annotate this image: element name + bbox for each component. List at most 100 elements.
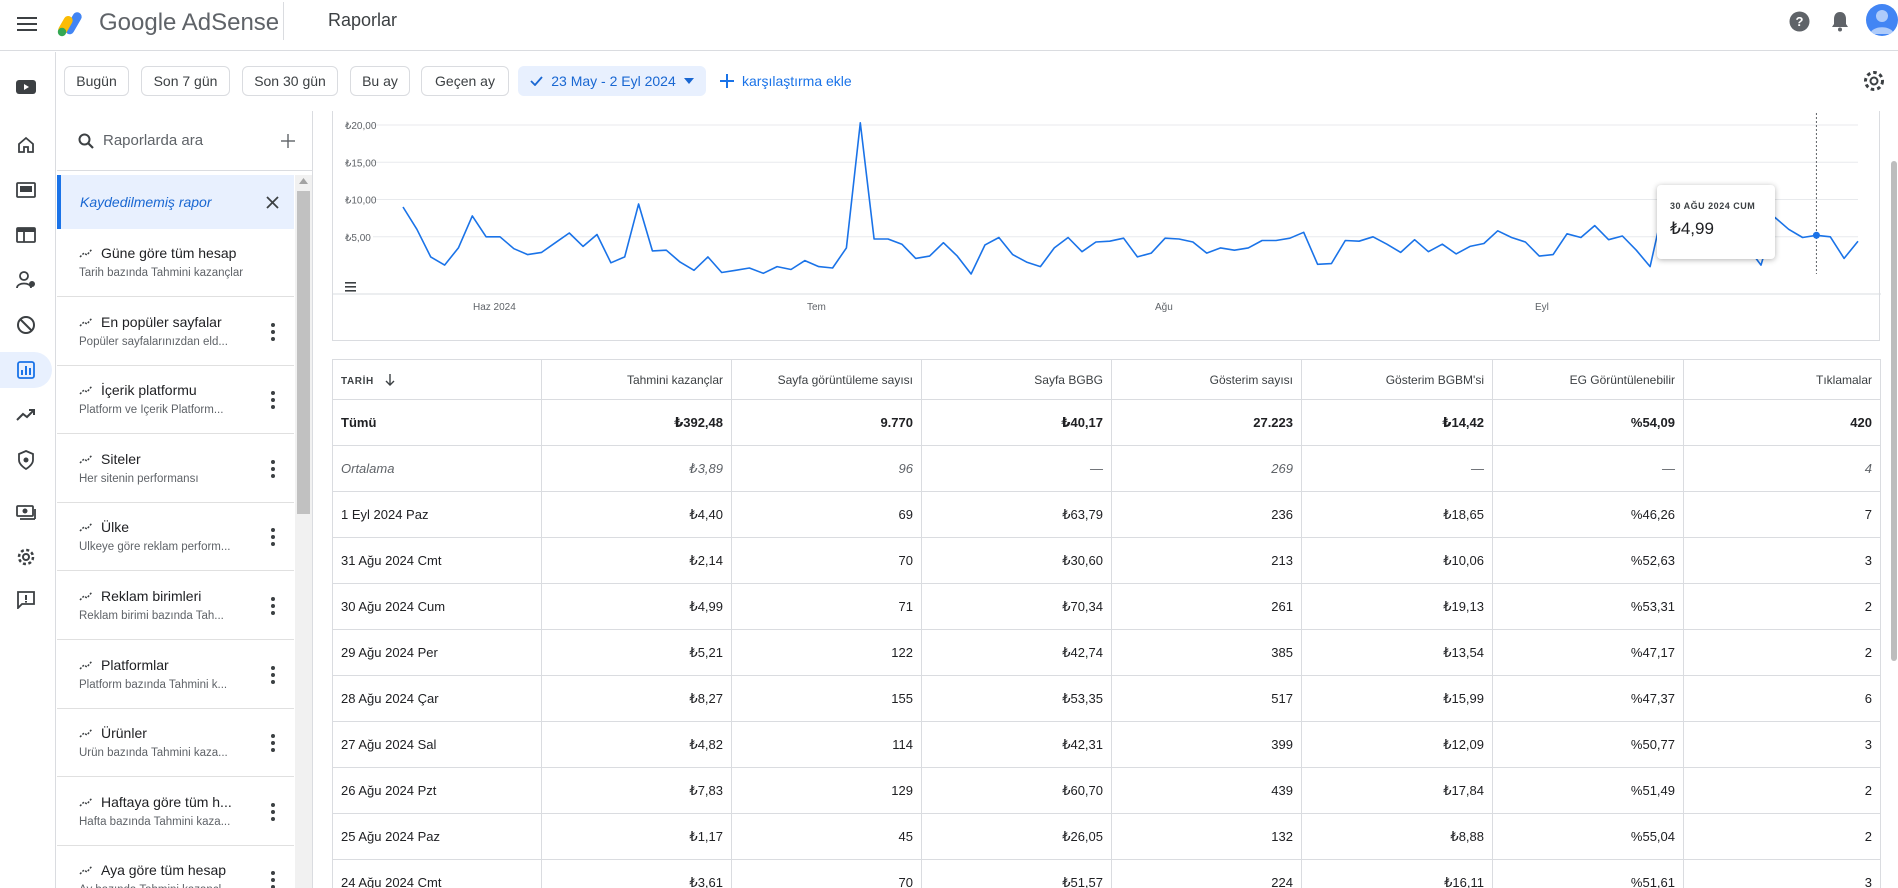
report-description: Her sitenin performansı xyxy=(79,472,199,485)
earnings-line-chart[interactable]: ₺5,00 ₺10,00 ₺15,00 ₺20,00 Haz 2024 Tem Ağu Eyl xyxy=(333,111,1881,341)
column-header[interactable]: Sayfa görüntüleme sayısı xyxy=(731,359,922,400)
y-tick-label: ₺15,00 xyxy=(345,158,377,169)
sort-arrow-down-icon[interactable] xyxy=(385,373,395,386)
svg-text:?: ? xyxy=(1795,14,1803,29)
ads-icon[interactable] xyxy=(0,172,52,208)
report-list-item[interactable]: Güne göre tüm hesap Tarih bazında Tahmini… xyxy=(57,229,294,297)
report-list-item[interactable]: Siteler Her sitenin performansı xyxy=(57,435,294,503)
chip-this-month[interactable]: Bu ay xyxy=(350,66,410,96)
column-header[interactable]: Tıklamalar xyxy=(1683,359,1881,400)
table-cell: 26 Ağu 2024 Pzt xyxy=(332,767,542,814)
add-comparison-button[interactable]: karşılaştırma ekle xyxy=(720,66,852,96)
feedback-icon[interactable] xyxy=(0,582,52,618)
more-options-icon[interactable] xyxy=(263,868,283,888)
adsense-logo-icon[interactable] xyxy=(56,9,88,37)
table-cell: 3 xyxy=(1683,537,1881,584)
new-report-plus-icon[interactable] xyxy=(281,134,295,148)
help-icon[interactable]: ? xyxy=(1788,10,1810,32)
reports-scroll-thumb[interactable] xyxy=(297,191,310,514)
chip-last-month[interactable]: Geçen ay xyxy=(421,66,509,96)
chip-today[interactable]: Bugün xyxy=(64,66,129,96)
column-header[interactable]: Gösterim BGBM'si xyxy=(1301,359,1493,400)
more-options-icon[interactable] xyxy=(263,457,283,481)
report-description: Ay bazında Tahmini kazançl... xyxy=(79,884,249,888)
reports-scrollbar[interactable] xyxy=(295,175,312,888)
report-list-item[interactable]: Reklam birimleri Reklam birimi bazında Ta… xyxy=(57,572,294,640)
payments-icon[interactable] xyxy=(0,494,52,530)
table-cell: ₺14,42 xyxy=(1301,399,1493,446)
table-cell: 385 xyxy=(1111,629,1302,676)
table-cell: 28 Ağu 2024 Çar xyxy=(332,675,542,722)
chip-last-7-days[interactable]: Son 7 gün xyxy=(141,66,230,96)
table-cell: 236 xyxy=(1111,491,1302,538)
main-scroll-thumb[interactable] xyxy=(1891,161,1897,661)
more-options-icon[interactable] xyxy=(263,525,283,549)
reports-sidebar: Raporlarda ara Kaydedilmemiş rapor Güne … xyxy=(57,111,313,888)
notifications-bell-icon[interactable] xyxy=(1829,10,1851,32)
highlight-point[interactable] xyxy=(1812,231,1820,239)
y-tick-label: ₺5,00 xyxy=(345,233,371,244)
report-list-item[interactable]: Ülke Ülkeye göre reklam perform... xyxy=(57,503,294,572)
report-list-item[interactable]: En popüler sayfalar Popüler sayfalarınızd… xyxy=(57,298,294,366)
report-name: Aya göre tüm hesap xyxy=(101,862,227,879)
report-name: Güne göre tüm hesap xyxy=(101,245,237,261)
table-row: 1 Eyl 2024 Paz ₺4,40 69 ₺63,79 236 ₺18,65 %46,… xyxy=(332,491,1881,538)
brand-name[interactable]: Google AdSense xyxy=(99,9,279,37)
table-cell: 132 xyxy=(1111,813,1302,860)
column-header[interactable]: EG Görüntülenebilir xyxy=(1492,359,1684,400)
check-icon xyxy=(530,76,543,86)
close-icon[interactable] xyxy=(266,196,279,209)
youtube-icon[interactable] xyxy=(0,69,52,105)
caret-down-icon xyxy=(683,78,694,84)
table-cell: 3 xyxy=(1683,721,1881,768)
reports-icon[interactable] xyxy=(0,352,52,388)
table-cell: ₺1,17 xyxy=(541,813,732,860)
account-avatar[interactable] xyxy=(1866,4,1898,36)
column-header[interactable]: TARİH xyxy=(332,359,542,400)
main-menu-icon[interactable] xyxy=(14,11,40,37)
more-options-icon[interactable] xyxy=(263,800,283,824)
table-row: 29 Ağu 2024 Per ₺5,21 122 ₺42,74 385 ₺13,54 %4… xyxy=(332,629,1881,676)
column-header[interactable]: Gösterim sayısı xyxy=(1111,359,1302,400)
report-settings-gear-icon[interactable] xyxy=(1862,69,1886,93)
report-list-item[interactable]: Haftaya göre tüm h... Hafta bazında Tahmi… xyxy=(57,778,294,846)
more-options-icon[interactable] xyxy=(263,320,283,344)
table-cell: 27 Ağu 2024 Sal xyxy=(332,721,542,768)
scroll-up-arrow-icon[interactable] xyxy=(299,178,308,184)
y-tick-label: ₺20,00 xyxy=(345,121,377,132)
main-scrollbar[interactable] xyxy=(1888,111,1898,888)
optimization-trend-icon[interactable] xyxy=(0,397,52,433)
report-list-item[interactable]: Aya göre tüm hesap Ay bazında Tahmini kaz… xyxy=(57,846,294,888)
table-cell: %50,77 xyxy=(1492,721,1684,768)
table-row: 27 Ağu 2024 Sal ₺4,82 114 ₺42,31 399 ₺12,09 %5… xyxy=(332,721,1881,768)
more-options-icon[interactable] xyxy=(263,663,283,687)
account-settings-icon[interactable] xyxy=(0,539,52,575)
chip-last-30-days[interactable]: Son 30 gün xyxy=(242,66,338,96)
chart-menu-icon[interactable] xyxy=(345,282,356,292)
brand-divider xyxy=(283,2,284,40)
content-icon[interactable] xyxy=(0,217,52,253)
table-cell: %51,61 xyxy=(1492,859,1684,888)
report-list-item[interactable]: Platformlar Platform bazında Tahmini k... xyxy=(57,641,294,709)
brand-safety-icon[interactable] xyxy=(0,442,52,478)
reports-search[interactable]: Raporlarda ara xyxy=(57,111,312,171)
report-list-item[interactable]: İçerik platformu Platform ve İçerik Platf… xyxy=(57,366,294,435)
column-header-label: EG Görüntülenebilir xyxy=(1569,372,1675,387)
more-options-icon[interactable] xyxy=(263,731,283,755)
more-options-icon[interactable] xyxy=(263,594,283,618)
column-header[interactable]: Tahmini kazançlar xyxy=(541,359,732,400)
more-options-icon[interactable] xyxy=(263,388,283,412)
y-tick-label: ₺10,00 xyxy=(345,196,377,207)
table-cell: ₺12,09 xyxy=(1301,721,1493,768)
column-header[interactable]: Sayfa BGBG xyxy=(921,359,1112,400)
average-row: Ortalama ₺3,89 96—269— —4 xyxy=(332,445,1881,492)
reports-search-placeholder[interactable]: Raporlarda ara xyxy=(103,132,203,149)
home-icon[interactable] xyxy=(0,127,52,163)
report-trend-icon xyxy=(79,317,93,327)
earnings-series-line[interactable] xyxy=(402,122,1859,275)
unsaved-report-item[interactable]: Kaydedilmemiş rapor xyxy=(57,175,294,229)
report-list-item[interactable]: Ürünler Ürün bazında Tahmini kaza... xyxy=(57,709,294,778)
date-range-dropdown[interactable]: 23 May - 2 Eyl 2024 xyxy=(518,66,706,96)
privacy-messaging-icon[interactable] xyxy=(0,262,52,298)
blocking-controls-icon[interactable] xyxy=(0,307,52,343)
